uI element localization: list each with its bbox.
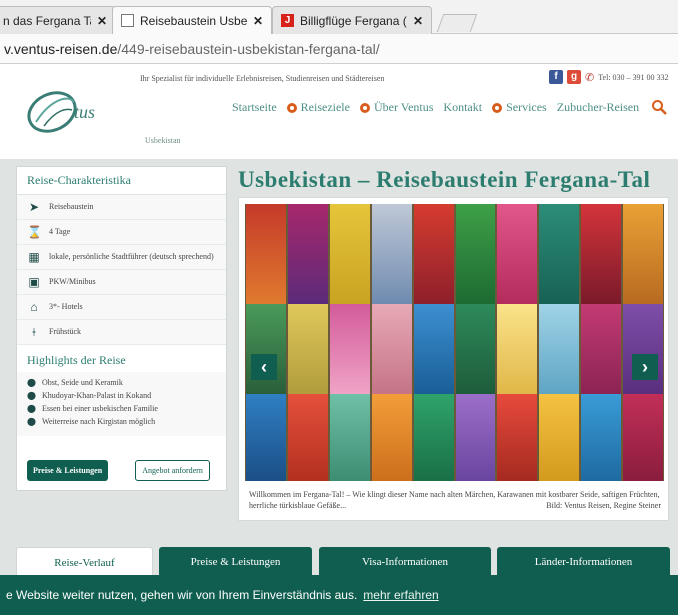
url-path: /449-reisebaustein-usbekistan-fergana-ta… — [117, 40, 380, 57]
gallery-photo: ‹ › — [245, 204, 664, 481]
ventus-logo[interactable]: tus — [22, 80, 132, 140]
cutlery-icon: ǂ — [32, 325, 36, 339]
sidebar-buttons: Preise & Leistungen Angebot anfordern — [27, 460, 210, 481]
photo-credit: Bild: Ventus Reisen, Regine Steiner — [546, 501, 661, 510]
browser-tab-3[interactable]: J Billigflüge Fergana (FEG) al ✕ — [272, 6, 432, 34]
close-icon[interactable]: ✕ — [413, 14, 423, 28]
plane-arrow-icon: ➤ — [28, 200, 40, 214]
map-icon: ▦ — [28, 250, 40, 264]
highlight-text: Obst, Seide und Keramik — [41, 378, 123, 387]
site-tagline: Ihr Spezialist für individuelle Erlebnis… — [140, 74, 385, 83]
image-gallery: ‹ › Willkommen im Fergana-Tal! – Wie kli… — [238, 197, 669, 521]
highlights-heading: Highlights der Reise — [27, 353, 126, 367]
phone-number[interactable]: Tel: 030 – 391 00 332 — [598, 73, 668, 82]
list-item: ⬤ Khudoyar-Khan-Palast in Kokand — [27, 391, 216, 400]
nav-label: Zubucher-Reisen — [556, 100, 640, 114]
map-pin-icon: ⬤ — [27, 391, 36, 400]
cookie-text: e Website weiter nutzen, gehen wir von I… — [6, 588, 358, 602]
characteristic-item: ➤ Reisebaustein — [17, 195, 226, 220]
map-pin-icon: ⬤ — [27, 404, 36, 413]
highlight-text: Khudoyar-Khan-Palast in Kokand — [41, 391, 152, 400]
nav-reiseziele[interactable]: Reiseziele — [286, 100, 350, 115]
map-pin-icon: ⬤ — [27, 378, 36, 387]
tab-laender-informationen[interactable]: Länder-Informationen — [497, 547, 670, 575]
phone-icon: ✆ — [585, 71, 595, 84]
content-tabs: Reise-Verlauf Preise & Leistungen Visa-I… — [16, 547, 676, 575]
url-host: v.ventus-reisen.de — [4, 40, 118, 57]
svg-text:tus: tus — [74, 102, 95, 122]
characteristic-text: lokale, persönliche Stadtführer (deutsch… — [49, 252, 214, 261]
nav-zubucher-reisen[interactable]: Zubucher-Reisen — [557, 100, 639, 115]
nav-startseite[interactable]: Startseite — [232, 100, 277, 115]
social-contact: f g ✆ Tel: 030 – 391 00 332 — [549, 70, 669, 84]
list-item: ⬤ Weiterreise nach Kirgistan möglich — [27, 417, 216, 426]
nav-dot-icon — [359, 102, 370, 113]
nav-ueber-ventus[interactable]: Über Ventus — [359, 100, 434, 115]
googleplus-icon[interactable]: g — [567, 70, 581, 84]
tab-visa-informationen[interactable]: Visa-Informationen — [319, 547, 491, 575]
nav-kontakt[interactable]: Kontakt — [443, 100, 482, 115]
characteristic-item: ▣ PKW/Minibus — [17, 270, 226, 295]
characteristic-item: ǂ Frühstück — [17, 320, 226, 345]
highlights-list: ⬤ Obst, Seide und Keramik ⬤ Khudoyar-Khan-… — [17, 372, 226, 436]
page-title: Usbekistan – Reisebaustein Fergana-Tal — [238, 167, 651, 192]
nav-label: Services — [506, 100, 547, 114]
map-pin-icon: ⬤ — [27, 417, 36, 426]
facebook-icon[interactable]: f — [549, 70, 563, 84]
list-item: ⬤ Essen bei einer usbekischen Familie — [27, 404, 216, 413]
browser-tab-bar: n das Fergana Tal ✕ Reisebaustein Usbeki… — [0, 0, 678, 34]
characteristic-text: Frühstück — [49, 327, 81, 336]
cookie-banner: e Website weiter nutzen, gehen wir von I… — [0, 575, 678, 615]
cookie-more-link[interactable]: mehr erfahren — [363, 588, 438, 602]
photo-caption: Willkommen im Fergana-Tal! – Wie klingt … — [249, 489, 661, 511]
close-icon[interactable]: ✕ — [97, 14, 107, 28]
house-icon: ⌂ — [30, 300, 38, 314]
gallery-prev-button[interactable]: ‹ — [251, 354, 277, 380]
characteristic-text: 3*- Hotels — [49, 302, 83, 311]
nav-label: Reiseziele — [300, 100, 350, 114]
main-nav: Startseite Reiseziele Über Ventus Kontak… — [232, 100, 649, 115]
tab-title: n das Fergana Tal — [3, 13, 91, 28]
trip-characteristics-panel: Reise-Charakteristika ➤ Reisebaustein ⌛ … — [16, 166, 227, 491]
nav-label: Über Ventus — [373, 100, 434, 114]
request-offer-button[interactable]: Angebot anfordern — [135, 460, 210, 481]
browser-tab-1[interactable]: n das Fergana Tal ✕ — [0, 6, 116, 34]
nav-label: Startseite — [232, 100, 277, 114]
tab-title: Reisebaustein Usbekistan | — [140, 13, 247, 28]
characteristics-heading: Reise-Charakteristika — [17, 167, 226, 195]
characteristic-item: ▦ lokale, persönliche Stadtführer (deuts… — [17, 245, 226, 270]
highlight-text: Essen bei einer usbekischen Familie — [41, 404, 158, 413]
characteristic-item: ⌂ 3*- Hotels — [17, 295, 226, 320]
hourglass-icon: ⌛ — [27, 225, 42, 239]
address-bar[interactable]: v.ventus-reisen.de /449-reisebaustein-us… — [0, 34, 678, 64]
nav-dot-icon — [492, 102, 503, 113]
gallery-next-button[interactable]: › — [632, 354, 658, 380]
nav-label: Kontakt — [443, 100, 483, 114]
document-icon — [121, 14, 134, 27]
characteristic-text: PKW/Minibus — [49, 277, 96, 286]
nav-services[interactable]: Services — [492, 100, 547, 115]
fabric-row-top — [245, 204, 664, 304]
tab-preise-leistungen[interactable]: Preise & Leistungen — [159, 547, 312, 575]
fabric-row-middle — [245, 304, 664, 394]
highlight-text: Weiterreise nach Kirgistan möglich — [41, 417, 156, 426]
breadcrumb[interactable]: Usbekistan — [145, 136, 181, 145]
prices-button[interactable]: Preise & Leistungen — [27, 460, 109, 481]
characteristic-item: ⌛ 4 Tage — [17, 220, 226, 245]
search-icon[interactable] — [651, 99, 667, 115]
close-icon[interactable]: ✕ — [253, 14, 263, 28]
car-icon: ▣ — [28, 275, 40, 289]
list-item: ⬤ Obst, Seide und Keramik — [27, 378, 216, 387]
new-tab-button[interactable] — [436, 14, 478, 32]
tab-reise-verlauf[interactable]: Reise-Verlauf — [16, 547, 153, 575]
characteristic-text: 4 Tage — [49, 227, 71, 236]
nav-dot-icon — [286, 102, 297, 113]
red-logo-icon: J — [281, 14, 294, 27]
characteristic-text: Reisebaustein — [49, 202, 94, 211]
fabric-row-bottom — [245, 394, 664, 481]
browser-tab-2[interactable]: Reisebaustein Usbekistan | ✕ — [112, 6, 272, 34]
tab-title: Billigflüge Fergana (FEG) al — [300, 13, 407, 28]
